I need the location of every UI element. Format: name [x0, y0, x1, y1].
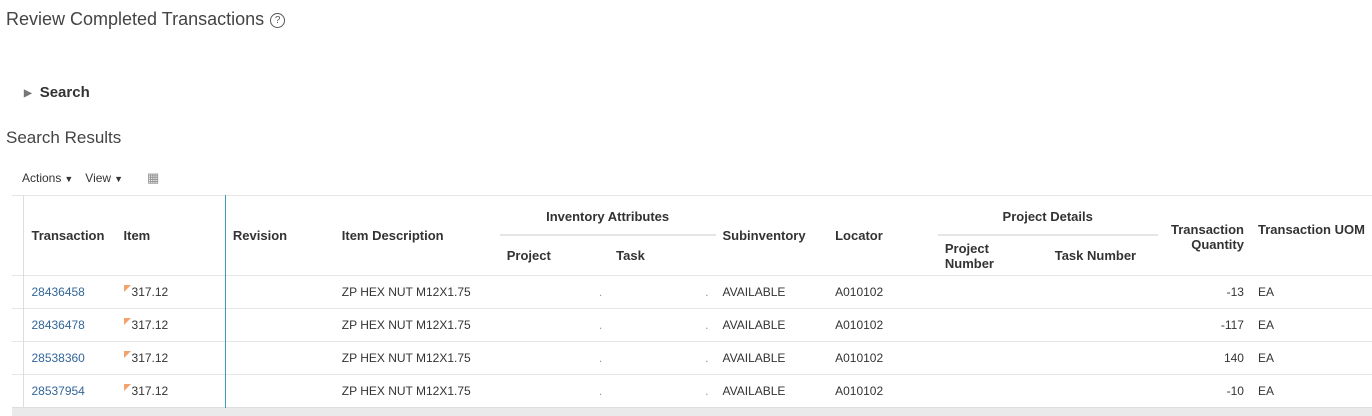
row-header: [12, 195, 25, 276]
revision-cell: [225, 275, 335, 309]
transaction-link[interactable]: 28436458: [31, 285, 84, 299]
flag-icon: [123, 285, 131, 292]
col-revision[interactable]: Revision: [225, 196, 334, 276]
col-item-description[interactable]: Item Description: [335, 196, 500, 276]
col-transaction-uom[interactable]: Transaction UOM: [1251, 196, 1372, 276]
quantity-cell: -117: [1157, 308, 1251, 342]
col-transaction-quantity[interactable]: Transaction Quantity: [1158, 196, 1251, 276]
project-number-cell: [937, 341, 1048, 375]
item-cell: 317.12: [116, 308, 226, 342]
revision-cell: [225, 308, 335, 342]
item-cell: 317.12: [116, 275, 226, 309]
task-cell: .: [609, 275, 716, 309]
flag-icon: [123, 384, 131, 391]
row-header-cell[interactable]: [12, 374, 25, 408]
transaction-link[interactable]: 28537954: [31, 384, 84, 398]
uom-cell: EA: [1250, 275, 1372, 309]
transaction-cell: 28436458: [23, 275, 117, 309]
col-project-number[interactable]: Project Number: [938, 236, 1048, 276]
task-number-cell: [1047, 341, 1158, 375]
uom-cell: EA: [1250, 341, 1372, 375]
revision-cell: [225, 341, 335, 375]
expand-triangle-icon: ▶: [24, 88, 32, 99]
task-cell: .: [609, 308, 716, 342]
transaction-cell: 28537954: [23, 374, 117, 408]
help-icon[interactable]: ?: [270, 13, 286, 28]
caret-down-icon: ▼: [64, 174, 74, 184]
subinventory-cell: AVAILABLE: [715, 341, 829, 375]
quantity-cell: -10: [1157, 374, 1251, 408]
transaction-cell: 28538360: [23, 341, 117, 375]
locator-cell: A010102: [828, 275, 938, 309]
col-task-number[interactable]: Task Number: [1048, 236, 1158, 276]
results-table: Transaction Item Revision Item Descripti…: [12, 195, 1372, 416]
transaction-link[interactable]: 28538360: [31, 351, 84, 365]
locator-cell: A010102: [828, 374, 938, 408]
subinventory-cell: AVAILABLE: [715, 275, 829, 309]
table-row[interactable]: 28537954 317.12 ZP HEX NUT M12X1.75 . . …: [12, 374, 1372, 408]
table-row[interactable]: 28436478 317.12 ZP HEX NUT M12X1.75 . . …: [12, 308, 1372, 342]
col-group-project-details: Project Details: [937, 196, 1158, 237]
description-cell: ZP HEX NUT M12X1.75: [334, 341, 500, 375]
col-item[interactable]: Item: [116, 195, 226, 276]
item-cell: 317.12: [116, 341, 226, 375]
col-locator[interactable]: Locator: [828, 196, 938, 276]
task-cell: .: [609, 341, 716, 375]
task-number-cell: [1047, 275, 1158, 309]
quantity-cell: -13: [1157, 275, 1251, 309]
col-subinventory[interactable]: Subinventory: [716, 196, 829, 276]
table-toolbar: Actions ▼ View ▼ ▦: [22, 170, 159, 186]
locator-cell: A010102: [828, 308, 938, 342]
table-row[interactable]: 28538360 317.12 ZP HEX NUT M12X1.75 . . …: [12, 341, 1372, 375]
locator-cell: A010102: [828, 341, 938, 375]
caret-down-icon: ▼: [114, 174, 123, 184]
transaction-cell: 28436478: [23, 308, 117, 342]
row-header-cell[interactable]: [12, 308, 25, 342]
description-cell: ZP HEX NUT M12X1.75: [334, 275, 500, 309]
project-number-cell: [937, 374, 1048, 408]
search-disclosure[interactable]: ▶ Search: [24, 84, 90, 101]
project-cell: .: [499, 374, 610, 408]
project-cell: .: [499, 341, 610, 375]
row-header-cell[interactable]: [12, 341, 25, 375]
actions-menu[interactable]: Actions ▼: [22, 171, 73, 185]
task-number-cell: [1047, 374, 1158, 408]
subinventory-cell: AVAILABLE: [715, 308, 829, 342]
description-cell: ZP HEX NUT M12X1.75: [334, 374, 500, 408]
uom-cell: EA: [1250, 374, 1372, 408]
table-row[interactable]: 28436458 317.12 ZP HEX NUT M12X1.75 . . …: [12, 275, 1372, 309]
col-task[interactable]: Task: [609, 236, 715, 276]
uom-cell: EA: [1250, 308, 1372, 342]
task-cell: .: [609, 374, 716, 408]
quantity-cell: 140: [1157, 341, 1251, 375]
col-transaction[interactable]: Transaction: [24, 196, 117, 276]
col-project[interactable]: Project: [500, 236, 609, 276]
flag-icon: [123, 351, 131, 358]
row-header-cell[interactable]: [12, 275, 25, 309]
project-number-cell: [937, 308, 1048, 342]
revision-cell: [225, 374, 335, 408]
task-number-cell: [1047, 308, 1158, 342]
selected-empty-row: [12, 407, 1372, 416]
col-group-inventory-attributes: Inventory Attributes: [499, 196, 716, 237]
project-cell: .: [499, 308, 610, 342]
search-results-heading: Search Results: [6, 128, 122, 147]
transaction-link[interactable]: 28436478: [31, 318, 84, 332]
description-cell: ZP HEX NUT M12X1.75: [334, 308, 500, 342]
subinventory-cell: AVAILABLE: [715, 374, 829, 408]
freeze-columns-icon[interactable]: ▦: [147, 170, 159, 186]
flag-icon: [123, 318, 131, 325]
project-cell: .: [499, 275, 610, 309]
item-cell: 317.12: [116, 374, 226, 408]
view-menu[interactable]: View ▼: [85, 171, 123, 185]
project-number-cell: [937, 275, 1048, 309]
page-title: Review Completed Transactions?: [6, 9, 286, 30]
